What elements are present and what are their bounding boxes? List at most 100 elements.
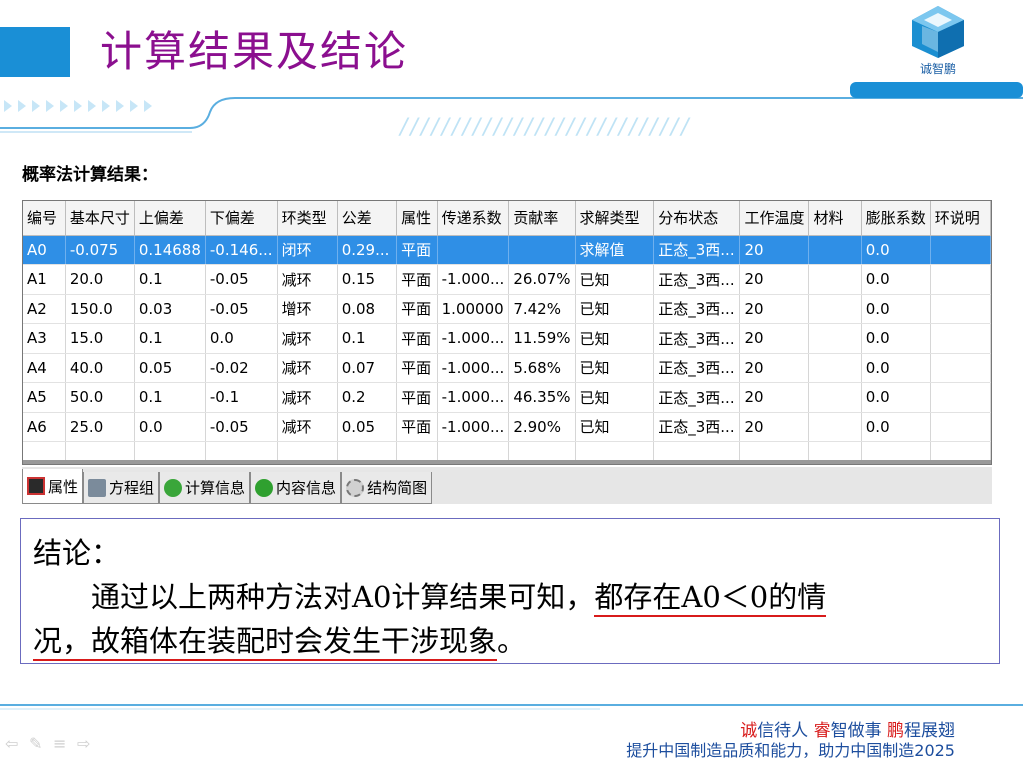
column-header[interactable]: 下偏差 — [205, 201, 278, 236]
table-cell[interactable]: 7.42% — [508, 294, 576, 324]
table-cell[interactable]: 减环 — [277, 382, 338, 413]
table-cell[interactable]: 平面 — [396, 382, 438, 413]
table-cell[interactable]: 0.08 — [337, 294, 398, 324]
menu-icon[interactable]: ≡ — [53, 736, 71, 752]
table-cell[interactable]: 正态_3西... — [653, 353, 741, 383]
table-cell[interactable]: 减环 — [277, 264, 338, 295]
column-header[interactable]: 编号 — [23, 201, 66, 236]
table-cell[interactable]: 已知 — [575, 323, 655, 354]
table-cell[interactable]: -1.000... — [437, 353, 510, 383]
table-cell[interactable]: A1 — [23, 264, 66, 295]
table-cell[interactable]: 减环 — [277, 323, 338, 354]
table-cell[interactable]: -0.146... — [205, 235, 278, 265]
table-cell[interactable] — [930, 235, 991, 265]
table-cell[interactable]: 已知 — [575, 264, 655, 295]
table-cell[interactable] — [808, 235, 862, 265]
table-cell[interactable]: -1.000... — [437, 264, 510, 295]
column-header[interactable]: 公差 — [337, 201, 398, 236]
column-header[interactable]: 膨胀系数 — [861, 201, 931, 236]
table-cell[interactable]: 0.0 — [861, 323, 931, 354]
table-cell[interactable] — [930, 382, 991, 413]
table-cell[interactable] — [437, 235, 510, 265]
table-cell[interactable]: -1.000... — [437, 382, 510, 413]
column-header[interactable]: 工作温度 — [739, 201, 810, 236]
table-cell[interactable]: A6 — [23, 412, 66, 442]
table-cell[interactable]: 求解值 — [575, 235, 655, 265]
table-cell[interactable]: 0.14688 — [134, 235, 206, 265]
table-cell[interactable]: 26.07% — [508, 264, 576, 295]
table-row[interactable]: A6 25.0 0.0 -0.05 减环 0.05 平面 -1.000... 2.90% 已知 正态… — [23, 412, 991, 442]
column-header[interactable]: 分布状态 — [653, 201, 741, 236]
table-cell[interactable]: 1.00000 — [437, 294, 510, 324]
table-row[interactable]: A2 150.0 0.03 -0.05 增环 0.08 平面 1.00000 7.42% 已知 正态… — [23, 294, 991, 324]
column-header[interactable]: 传递系数 — [437, 201, 510, 236]
table-cell[interactable]: 平面 — [396, 323, 438, 354]
table-cell[interactable]: 已知 — [575, 412, 655, 442]
table-cell[interactable]: 0.0 — [205, 323, 278, 354]
table-cell[interactable]: 已知 — [575, 382, 655, 413]
table-cell[interactable] — [930, 323, 991, 354]
table-cell[interactable]: 正态_3西... — [653, 235, 741, 265]
table-cell[interactable] — [508, 235, 576, 265]
table-cell[interactable]: 0.29... — [337, 235, 398, 265]
table-cell[interactable] — [808, 353, 862, 383]
table-cell[interactable] — [930, 353, 991, 383]
pen-icon[interactable]: ✎ — [29, 736, 47, 752]
table-cell[interactable]: 增环 — [277, 294, 338, 324]
table-cell[interactable]: 正态_3西... — [653, 412, 741, 442]
table-cell[interactable]: 0.0 — [861, 294, 931, 324]
table-cell[interactable] — [808, 264, 862, 295]
table-cell[interactable]: 15.0 — [65, 323, 135, 354]
next-arrow-icon[interactable]: ⇨ — [77, 736, 95, 752]
table-cell[interactable]: 正态_3西... — [653, 264, 741, 295]
table-row[interactable]: A0 -0.075 0.14688 -0.146... 闭环 0.29... 平面 求解值 正态… — [23, 235, 991, 265]
table-cell[interactable]: 20 — [739, 412, 810, 442]
table-cell[interactable]: 0.0 — [861, 353, 931, 383]
table-cell[interactable]: 0.05 — [134, 353, 206, 383]
table-cell[interactable]: 20 — [739, 235, 810, 265]
table-cell[interactable]: 0.1 — [337, 323, 398, 354]
table-cell[interactable]: 20 — [739, 294, 810, 324]
table-cell[interactable]: -0.02 — [205, 353, 278, 383]
column-header[interactable]: 环类型 — [277, 201, 338, 236]
table-cell[interactable]: 平面 — [396, 264, 438, 295]
tab-attributes[interactable]: 属性 — [22, 469, 84, 504]
table-cell[interactable]: 0.0 — [861, 382, 931, 413]
prev-arrow-icon[interactable]: ⇦ — [5, 736, 23, 752]
table-cell[interactable]: 20 — [739, 323, 810, 354]
tab-equations[interactable]: 方程组 — [83, 472, 160, 504]
table-cell[interactable]: -1.000... — [437, 323, 510, 354]
table-cell[interactable]: 闭环 — [277, 235, 338, 265]
table-cell[interactable]: -0.05 — [205, 294, 278, 324]
table-cell[interactable]: 0.2 — [337, 382, 398, 413]
table-cell[interactable]: 150.0 — [65, 294, 135, 324]
table-cell[interactable]: 46.35% — [508, 382, 576, 413]
column-header[interactable]: 属性 — [396, 201, 438, 236]
table-cell[interactable]: 11.59% — [508, 323, 576, 354]
table-cell[interactable]: 平面 — [396, 412, 438, 442]
table-cell[interactable]: -1.000... — [437, 412, 510, 442]
table-row[interactable]: A5 50.0 0.1 -0.1 减环 0.2 平面 -1.000... 46.35% 已知 正态_… — [23, 382, 991, 413]
table-cell[interactable]: 40.0 — [65, 353, 135, 383]
table-cell[interactable]: -0.075 — [65, 235, 135, 265]
table-cell[interactable]: -0.05 — [205, 412, 278, 442]
column-header[interactable]: 求解类型 — [575, 201, 655, 236]
table-cell[interactable]: 50.0 — [65, 382, 135, 413]
table-cell[interactable]: A2 — [23, 294, 66, 324]
table-cell[interactable]: 已知 — [575, 294, 655, 324]
table-row[interactable]: A1 20.0 0.1 -0.05 减环 0.15 平面 -1.000... 26.07% 已知正… — [23, 264, 991, 295]
table-cell[interactable]: -0.05 — [205, 264, 278, 295]
table-cell[interactable]: 0.0 — [134, 412, 206, 442]
table-cell[interactable]: 0.15 — [337, 264, 398, 295]
table-cell[interactable] — [808, 382, 862, 413]
table-cell[interactable] — [808, 294, 862, 324]
table-cell[interactable]: 正态_3西... — [653, 294, 741, 324]
table-cell[interactable]: 平面 — [396, 235, 438, 265]
table-cell[interactable] — [930, 264, 991, 295]
tab-calc-info[interactable]: 计算信息 — [159, 472, 251, 504]
column-header[interactable]: 基本尺寸 — [65, 201, 135, 236]
table-cell[interactable]: 0.1 — [134, 323, 206, 354]
tab-content-info[interactable]: 内容信息 — [250, 472, 342, 504]
table-cell[interactable]: 25.0 — [65, 412, 135, 442]
table-cell[interactable]: A3 — [23, 323, 66, 354]
